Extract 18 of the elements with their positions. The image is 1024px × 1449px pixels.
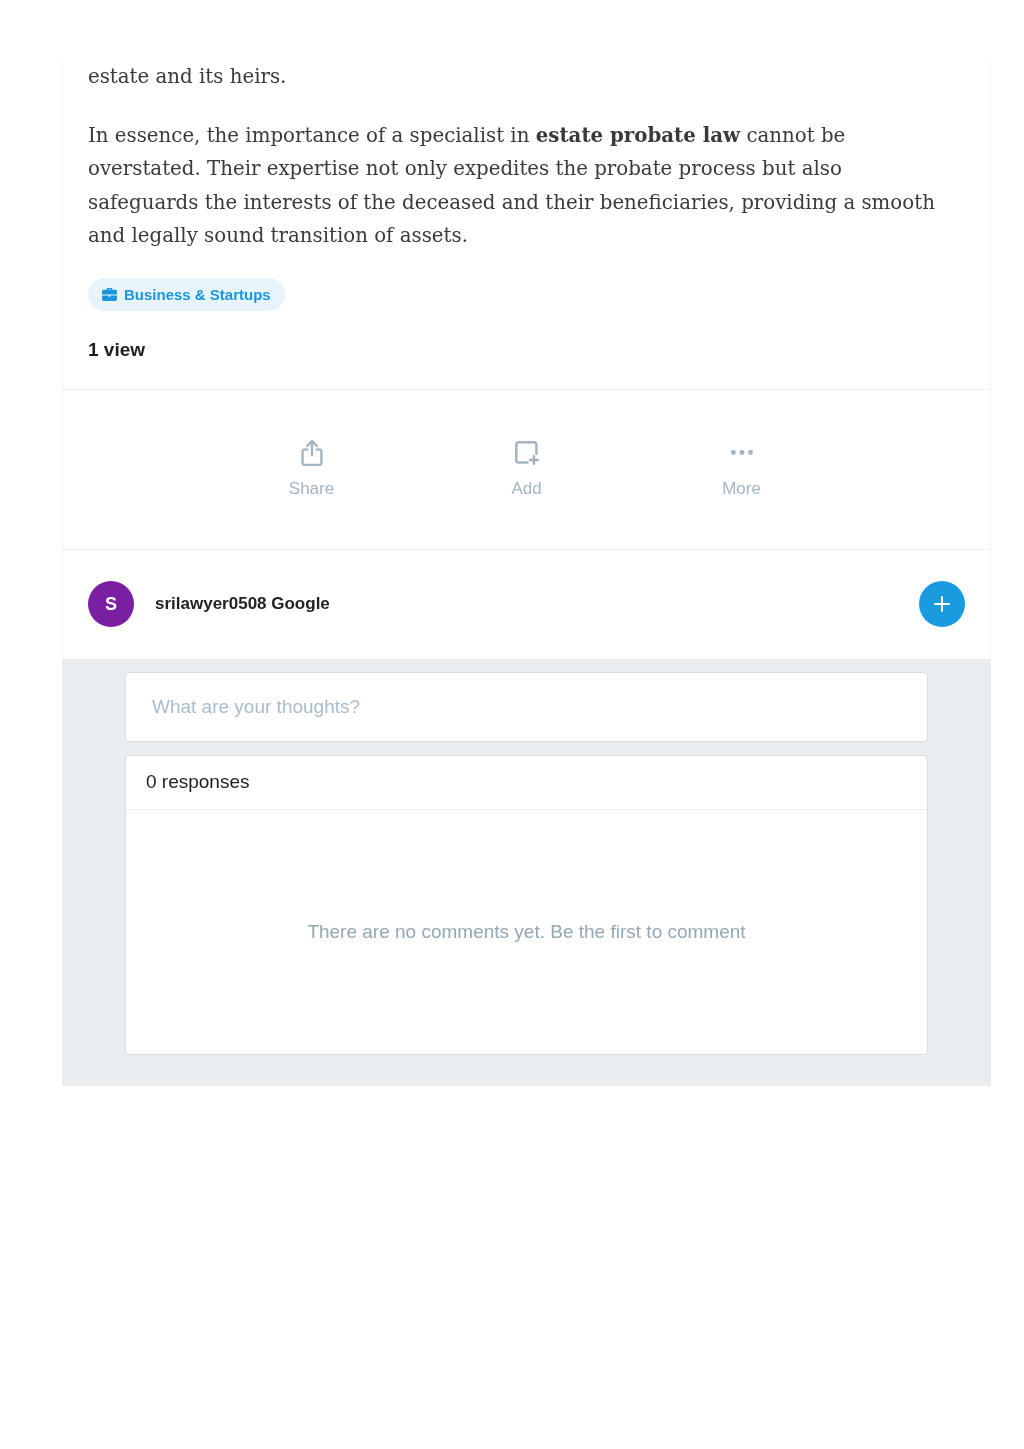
- author-avatar: S: [88, 581, 134, 627]
- add-button[interactable]: Add: [419, 433, 634, 505]
- view-count: 1 view: [88, 337, 147, 362]
- comment-input[interactable]: What are your thoughts?: [125, 671, 928, 742]
- plus-button[interactable]: [919, 581, 965, 627]
- article-paragraph: In essence, the importance of a specialist in estate probate law cannot be overstated. Their expertise not only expedites the probate process but also safeguards the interests of the deceased and their beneficiaries, providing a smooth and legally sound transition of assets.: [88, 121, 936, 249]
- category-tag[interactable]: Business & Startups: [88, 277, 285, 311]
- plus-icon: [934, 596, 950, 612]
- share-icon: [300, 439, 323, 466]
- briefcase-icon: [102, 287, 117, 301]
- article-paragraph: estate and its heirs.: [88, 64, 288, 90]
- more-icon: [730, 450, 753, 455]
- more-button[interactable]: More: [634, 433, 849, 505]
- share-button[interactable]: Share: [204, 433, 419, 505]
- responses-count: 0 responses: [146, 771, 250, 793]
- empty-comments-message: There are no comments yet. Be the first to comment: [307, 920, 746, 943]
- square-plus-icon: [514, 440, 539, 465]
- author-name: srilawyer0508 Google: [155, 594, 330, 614]
